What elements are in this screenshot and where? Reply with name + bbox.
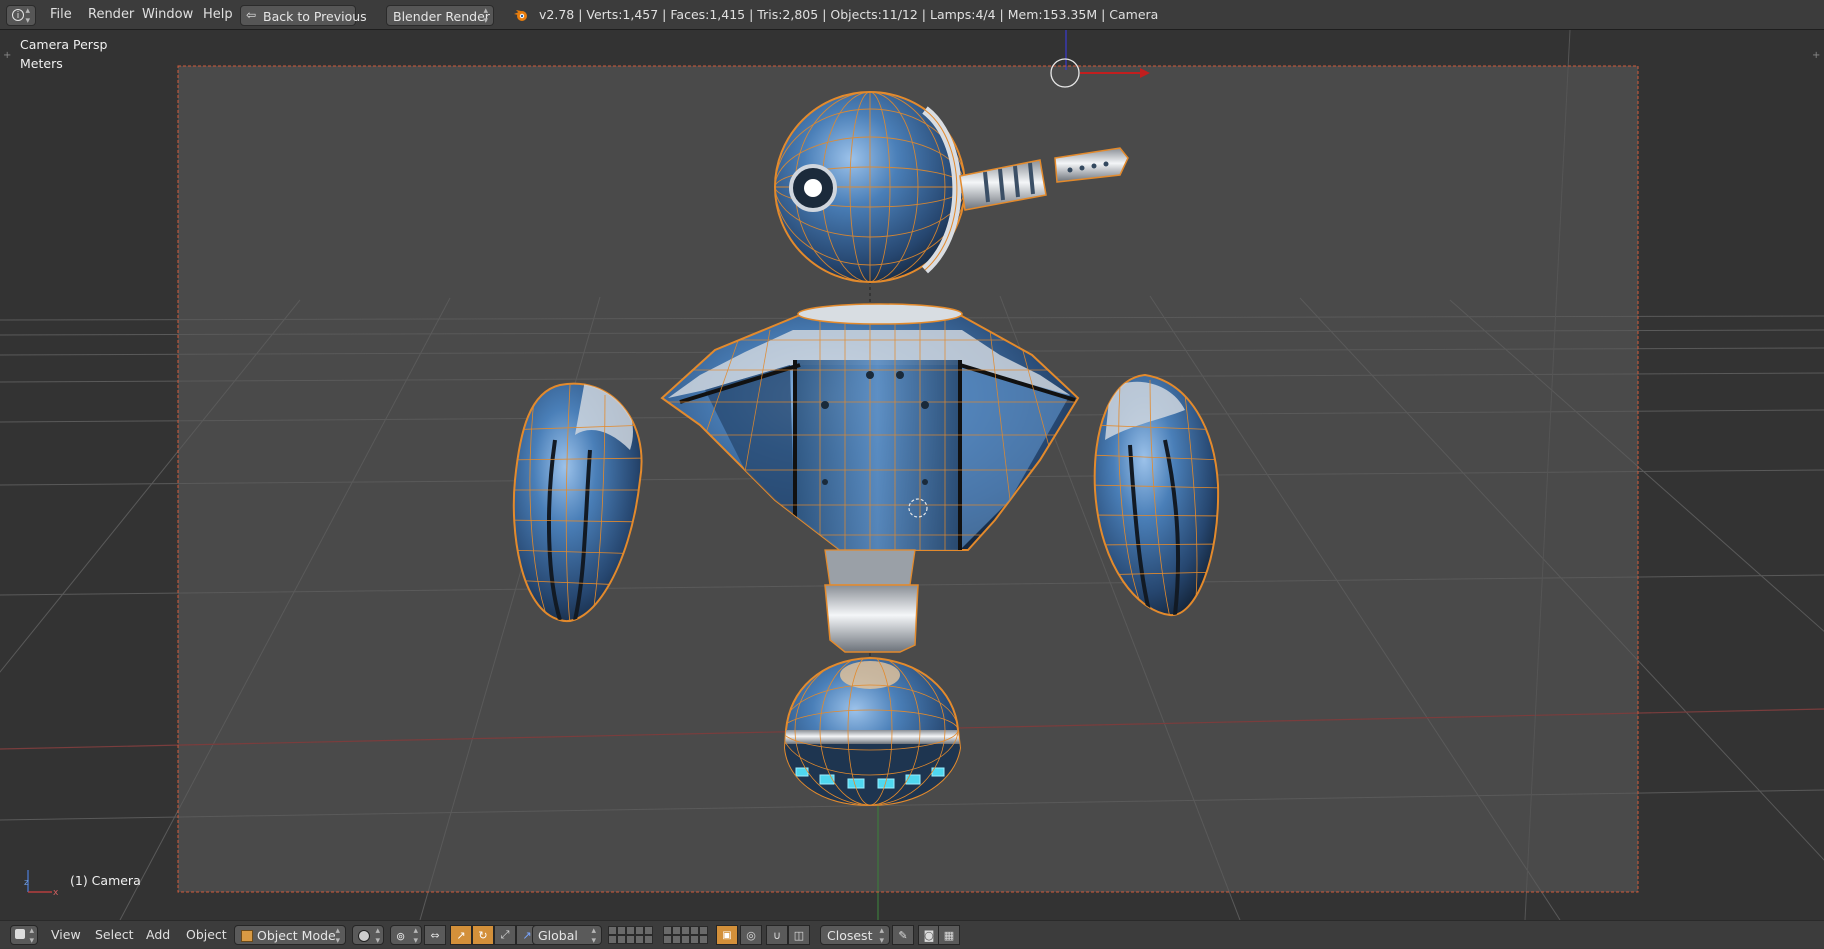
mode-select[interactable]: Object Mode ▴ ▾ <box>234 925 346 946</box>
3d-viewport[interactable]: z x + + Camera Persp Meters (1) Camera <box>0 30 1824 920</box>
layers-group-1[interactable] <box>608 926 653 944</box>
scene-statistics: v2.78 | Verts:1,457 | Faces:1,415 | Tris… <box>539 7 1159 22</box>
render-icon: ✎ <box>898 928 908 942</box>
menu-file[interactable]: File <box>50 0 72 30</box>
back-arrow-icon: ⇦ <box>246 8 257 22</box>
rotate-icon: ↻ <box>478 928 488 942</box>
render-engine-select[interactable]: Blender Render ▴ ▾ <box>386 5 494 26</box>
editor-type-button[interactable]: i ▴ ▾ <box>6 5 36 26</box>
menu-render[interactable]: Render <box>88 0 134 30</box>
menu-help[interactable]: Help <box>203 0 233 30</box>
menu-object[interactable]: Object <box>186 921 227 949</box>
rotate-manipulator-button[interactable]: ↻ <box>472 925 494 945</box>
chevron-updown-icon: ▴ ▾ <box>29 926 34 946</box>
lock-icon: ▣ <box>722 929 732 941</box>
menu-select[interactable]: Select <box>95 921 134 949</box>
menu-add[interactable]: Add <box>146 921 170 949</box>
snap-element-button[interactable]: ◫ <box>788 925 810 945</box>
svg-text:+: + <box>1812 50 1820 61</box>
render-animation-button[interactable]: ▦ <box>938 925 960 945</box>
active-object-label: (1) Camera <box>70 873 141 888</box>
scale-manipulator-button[interactable]: ⤢ <box>494 925 516 945</box>
render-engine-value: Blender Render <box>393 9 490 24</box>
snap-toggle-button[interactable]: ∪ <box>766 925 788 945</box>
object-cube-icon <box>241 930 253 942</box>
menu-window[interactable]: Window <box>142 0 193 30</box>
translate-manipulator-button[interactable]: ↗ <box>450 925 472 945</box>
lock-layers-button[interactable]: ▣ <box>716 925 738 945</box>
snap-target-value: Closest <box>827 928 873 943</box>
chevron-updown-icon: ▴ ▾ <box>25 6 30 26</box>
info-icon: i <box>12 9 24 21</box>
viewport-canvas: z x + + <box>0 30 1824 920</box>
chevron-updown-icon: ▴ ▾ <box>413 926 418 946</box>
camera-icon: ◙ <box>923 928 935 942</box>
render-image-button[interactable]: ◙ <box>918 925 940 945</box>
chevron-updown-icon: ▴ ▾ <box>879 926 884 946</box>
arrow-icon: ↗ <box>522 928 532 942</box>
chevron-updown-icon: ▴ ▾ <box>483 6 488 26</box>
viewport-shading-select[interactable]: ▴ ▾ <box>352 925 384 946</box>
orientation-value: Global <box>538 928 578 943</box>
3d-view-header: ▴ ▾ View Select Add Object Object Mode ▴ ▾… <box>0 920 1824 948</box>
proportional-edit-button[interactable]: ◎ <box>740 925 762 945</box>
3d-view-icon <box>15 929 25 939</box>
opengl-render-button[interactable]: ✎ <box>892 925 914 945</box>
editor-type-button[interactable]: ▴ ▾ <box>10 925 38 946</box>
back-to-previous-button[interactable]: ⇦ Back to Previous <box>240 5 367 26</box>
info-header: i ▴ ▾ File Render Window Help ⇦ Back to P… <box>0 0 1824 30</box>
clapper-icon: ▦ <box>943 928 955 942</box>
translate-icon: ↗ <box>456 928 466 942</box>
proportional-icon: ◎ <box>746 928 756 942</box>
blender-logo-icon <box>513 8 527 22</box>
svg-text:x: x <box>53 888 59 898</box>
pivot-point-select[interactable]: ⊚ ▴ ▾ <box>390 925 422 946</box>
pivot-icon: ⊚ <box>396 930 406 943</box>
transform-orientation-select[interactable]: Global ▴ ▾ <box>532 925 602 946</box>
snap-cube-icon: ◫ <box>793 928 805 942</box>
svg-text:z: z <box>24 878 29 888</box>
mode-value: Object Mode <box>257 928 336 943</box>
units-label: Meters <box>20 56 63 71</box>
manipulator-toggle[interactable]: ⇔ <box>424 925 446 945</box>
chevron-updown-icon: ▴ ▾ <box>375 926 380 946</box>
view-name-label: Camera Persp <box>20 37 108 52</box>
svg-text:+: + <box>3 50 11 61</box>
back-to-previous-label: Back to Previous <box>263 9 367 24</box>
scale-icon: ⤢ <box>500 928 510 941</box>
menu-view[interactable]: View <box>51 921 81 949</box>
magnet-icon: ∪ <box>772 928 782 942</box>
shading-sphere-icon <box>358 930 370 942</box>
chevron-updown-icon: ▴ ▾ <box>591 926 596 946</box>
manipulator-icon: ⇔ <box>430 928 440 942</box>
chevron-updown-icon: ▴ ▾ <box>335 926 340 946</box>
snap-target-select[interactable]: Closest ▴ ▾ <box>820 925 890 946</box>
layers-group-2[interactable] <box>663 926 708 944</box>
